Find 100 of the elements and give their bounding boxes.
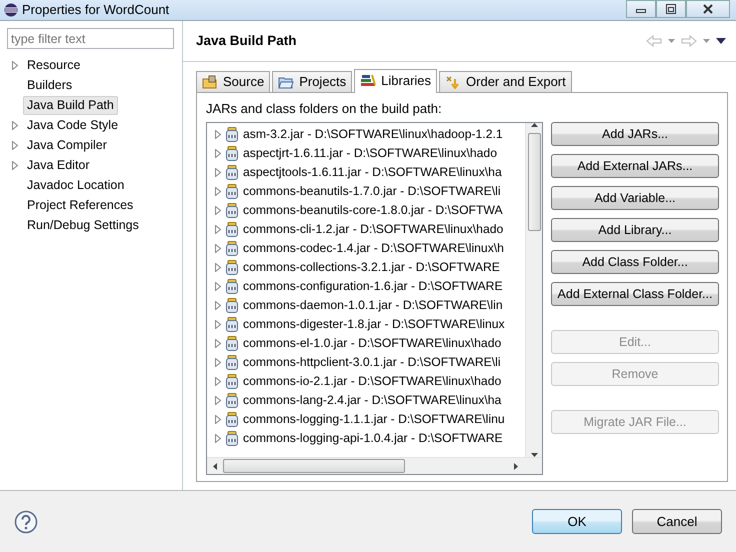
- jar-icon: [226, 393, 238, 408]
- help-icon[interactable]: [14, 510, 38, 534]
- jar-entry[interactable]: commons-collections-3.2.1.jar - D:\SOFTWARE: [243, 258, 500, 277]
- action-button[interactable]: Add Variable...: [551, 186, 719, 210]
- jar-entry[interactable]: commons-codec-1.4.jar - D:\SOFTWARE\linux\h: [243, 239, 504, 258]
- jar-icon: [226, 203, 238, 218]
- order-icon: [445, 74, 462, 88]
- vertical-scrollbar[interactable]: [525, 123, 542, 457]
- jar-entry[interactable]: aspectjtools-1.6.11.jar - D:\SOFTWARE\linux\ha: [243, 163, 502, 182]
- expand-icon[interactable]: [215, 358, 221, 367]
- expand-icon[interactable]: [215, 263, 221, 272]
- expand-icon[interactable]: [12, 140, 18, 150]
- jar-entry[interactable]: commons-daemon-1.0.1.jar - D:\SOFTWARE\lin: [243, 296, 503, 315]
- maximize-button[interactable]: [656, 0, 686, 18]
- scroll-left-icon[interactable]: [213, 462, 217, 470]
- dropdown-icon[interactable]: [668, 38, 675, 43]
- scroll-thumb[interactable]: [223, 459, 405, 473]
- jar-icon: [226, 222, 238, 237]
- jar-entry[interactable]: commons-beanutils-1.7.0.jar - D:\SOFTWARE\li: [243, 182, 501, 201]
- action-button[interactable]: Add External Class Folder...: [551, 282, 719, 306]
- view-menu-icon[interactable]: [716, 38, 726, 44]
- expand-icon[interactable]: [215, 282, 221, 291]
- sidebar-item[interactable]: Javadoc Location: [23, 176, 128, 194]
- jar-icon: [226, 241, 238, 256]
- expand-icon[interactable]: [215, 339, 221, 348]
- expand-icon[interactable]: [215, 206, 221, 215]
- jar-entry[interactable]: commons-logging-1.1.1.jar - D:\SOFTWARE\linu: [243, 410, 505, 429]
- sidebar-item[interactable]: Run/Debug Settings: [23, 216, 143, 234]
- jar-entry[interactable]: aspectjrt-1.6.11.jar - D:\SOFTWARE\linux\hado: [243, 144, 497, 163]
- expand-icon[interactable]: [215, 301, 221, 310]
- jar-icon: [226, 184, 238, 199]
- expand-icon[interactable]: [215, 225, 221, 234]
- dialog-button[interactable]: OK: [532, 509, 622, 534]
- sidebar-item[interactable]: Project References: [23, 196, 138, 214]
- jar-entry[interactable]: commons-logging-api-1.0.4.jar - D:\SOFTWARE: [243, 429, 503, 448]
- expand-icon[interactable]: [215, 244, 221, 253]
- sidebar-item[interactable]: Java Code Style: [23, 116, 122, 134]
- libraries-icon: [360, 74, 376, 88]
- jar-entry[interactable]: commons-cli-1.2.jar - D:\SOFTWARE\linux\hado: [243, 220, 504, 239]
- jar-icon: [226, 165, 238, 180]
- expand-icon[interactable]: [12, 60, 18, 70]
- action-button[interactable]: Add Class Folder...: [551, 250, 719, 274]
- maximize-icon: [666, 4, 676, 14]
- page-title: Java Build Path: [196, 32, 297, 50]
- action-button[interactable]: Add External JARs...: [551, 154, 719, 178]
- tab[interactable]: Order and Export: [439, 70, 572, 92]
- jar-entry[interactable]: commons-digester-1.8.jar - D:\SOFTWARE\linux: [243, 315, 505, 334]
- jar-icon: [226, 127, 238, 142]
- expand-icon[interactable]: [215, 187, 221, 196]
- forward-icon[interactable]: [681, 34, 697, 47]
- window-title: Properties for WordCount: [22, 1, 170, 20]
- jar-icon: [226, 279, 238, 294]
- scroll-thumb[interactable]: [528, 133, 540, 231]
- expand-icon[interactable]: [215, 168, 221, 177]
- dialog-button[interactable]: Cancel: [632, 509, 722, 534]
- expand-icon[interactable]: [12, 160, 18, 170]
- projects-icon: [278, 74, 294, 88]
- expand-icon[interactable]: [215, 396, 221, 405]
- sidebar-item[interactable]: Java Compiler: [23, 136, 111, 154]
- sidebar-item[interactable]: Java Build Path: [23, 96, 118, 114]
- jar-entry[interactable]: commons-el-1.0.jar - D:\SOFTWARE\linux\hado: [243, 334, 502, 353]
- jar-icon: [226, 336, 238, 351]
- jar-entry[interactable]: commons-lang-2.4.jar - D:\SOFTWARE\linux\ha: [243, 391, 502, 410]
- jar-icon: [226, 355, 238, 370]
- tab[interactable]: Libraries: [354, 68, 438, 92]
- jar-icon: [226, 374, 238, 389]
- expand-icon[interactable]: [215, 149, 221, 158]
- jar-icon: [226, 146, 238, 161]
- jar-entry[interactable]: commons-httpclient-3.0.1.jar - D:\SOFTWARE\li: [243, 353, 501, 372]
- expand-icon[interactable]: [215, 130, 221, 139]
- tab[interactable]: Projects: [272, 70, 352, 92]
- jar-icon: [226, 298, 238, 313]
- expand-icon[interactable]: [215, 320, 221, 329]
- sidebar-item[interactable]: Java Editor: [23, 156, 94, 174]
- sidebar-item[interactable]: Builders: [23, 76, 76, 94]
- list-caption: JARs and class folders on the build path:: [206, 100, 443, 118]
- action-button[interactable]: Add JARs...: [551, 122, 719, 146]
- expand-icon[interactable]: [215, 434, 221, 443]
- close-icon: [703, 4, 713, 14]
- minimize-button[interactable]: [626, 0, 656, 18]
- filter-field[interactable]: type filter text: [7, 28, 174, 49]
- jar-entry[interactable]: commons-configuration-1.6.jar - D:\SOFTWARE: [243, 277, 503, 296]
- scroll-right-icon[interactable]: [514, 462, 518, 470]
- action-button[interactable]: Add Library...: [551, 218, 719, 242]
- close-button[interactable]: [686, 0, 730, 18]
- horizontal-scrollbar[interactable]: [207, 457, 542, 474]
- jar-entry[interactable]: asm-3.2.jar - D:\SOFTWARE\linux\hadoop-1.2.1: [243, 125, 503, 144]
- jar-entry[interactable]: commons-beanutils-core-1.8.0.jar - D:\SOFTWA: [243, 201, 503, 220]
- expand-icon[interactable]: [215, 415, 221, 424]
- jar-entry[interactable]: commons-io-2.1.jar - D:\SOFTWARE\linux\hado: [243, 372, 502, 391]
- source-icon: [202, 74, 218, 88]
- expand-icon[interactable]: [12, 120, 18, 130]
- expand-icon[interactable]: [215, 377, 221, 386]
- jar-icon: [226, 317, 238, 332]
- scroll-up-icon[interactable]: [530, 123, 538, 127]
- jar-icon: [226, 260, 238, 275]
- back-icon[interactable]: [646, 34, 662, 47]
- sidebar-item[interactable]: Resource: [23, 56, 84, 74]
- dropdown-icon[interactable]: [703, 38, 710, 43]
- tab[interactable]: Source: [196, 70, 270, 92]
